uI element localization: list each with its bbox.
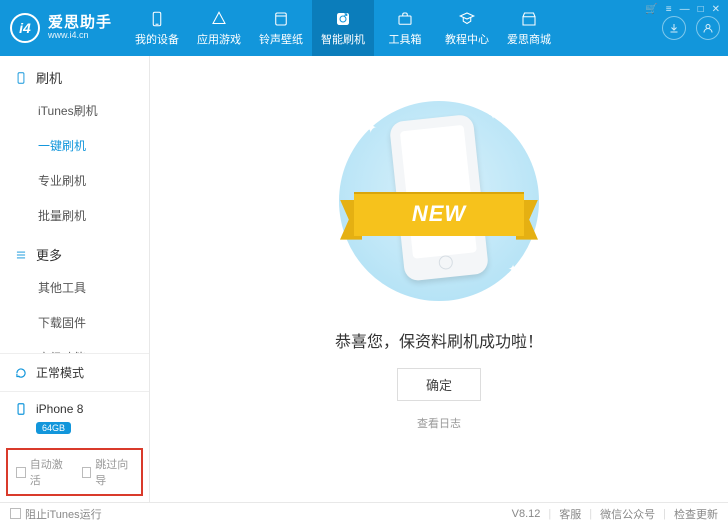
version-label: V8.12 [512,508,541,520]
device-name: iPhone 8 [36,402,83,416]
support-link[interactable]: 客服 [559,506,581,522]
toolbox-icon [396,10,414,28]
flash-icon [334,10,352,28]
checkbox-label: 阻止iTunes运行 [25,506,102,522]
cart-icon[interactable]: 🛒 [645,4,657,15]
brand-logo-icon: i4 [10,13,40,43]
checkbox-label: 自动激活 [30,456,68,488]
wechat-link[interactable]: 微信公众号 [600,506,655,522]
new-ribbon: NEW [354,192,524,236]
sidebar-group-title: 更多 [36,245,62,264]
auto-activate-checkbox[interactable]: 自动激活 [16,456,68,488]
checkbox-icon [16,467,26,478]
ringtone-icon [272,10,290,28]
close-button[interactable]: ✕ [712,4,720,15]
sparkle-icon: ✦ [488,108,498,122]
sparkle-icon: ✦ [508,262,518,276]
apps-icon [210,10,228,28]
nav-store[interactable]: 爱思商城 [498,0,560,56]
device-icon [148,10,166,28]
brand: i4 爱思助手 www.i4.cn [0,0,126,56]
sidebar-item-oneclick-flash[interactable]: 一键刷机 [0,128,149,163]
nav-apps[interactable]: 应用游戏 [188,0,250,56]
nav-label: 工具箱 [389,31,422,47]
tutorial-icon [458,10,476,28]
sidebar-item-batch-flash[interactable]: 批量刷机 [0,198,149,233]
sidebar-item-pro-flash[interactable]: 专业刷机 [0,163,149,198]
user-button[interactable] [696,16,720,40]
success-message: 恭喜您，保资料刷机成功啦！ [335,328,543,352]
sidebar-item-itunes-flash[interactable]: iTunes刷机 [0,93,149,128]
brand-title: 爱思助手 [48,15,112,32]
nav-label: 铃声壁纸 [259,31,303,47]
main-content: ✦ ✦ ✦ NEW 恭喜您，保资料刷机成功啦！ 确定 查看日志 [150,56,728,502]
phone-icon [14,71,28,85]
confirm-button[interactable]: 确定 [397,368,481,401]
window-controls: 🛒 ≡ — □ ✕ [645,4,720,15]
ribbon-text: NEW [354,192,524,236]
sidebar-item-other-tools[interactable]: 其他工具 [0,270,149,305]
block-itunes-checkbox[interactable]: 阻止iTunes运行 [10,506,102,522]
success-illustration: ✦ ✦ ✦ NEW [324,96,554,306]
maximize-button[interactable]: □ [698,4,704,15]
nav-ringtones[interactable]: 铃声壁纸 [250,0,312,56]
status-bar: 阻止iTunes运行 V8.12 | 客服 | 微信公众号 | 检查更新 [0,502,728,524]
sidebar-item-advanced[interactable]: 高级功能 [0,340,149,353]
mode-label: 正常模式 [36,364,84,381]
nav-my-device[interactable]: 我的设备 [126,0,188,56]
sidebar: 刷机 iTunes刷机 一键刷机 专业刷机 批量刷机 更多 其他工具 下载固件 … [0,56,150,502]
checkbox-icon [82,467,92,478]
sidebar-item-download-fw[interactable]: 下载固件 [0,305,149,340]
nav-label: 爱思商城 [507,31,551,47]
device-info[interactable]: iPhone 8 64GB [0,391,149,442]
menu-lines-icon [14,248,28,262]
store-icon [520,10,538,28]
title-bar: 🛒 ≡ — □ ✕ i4 爱思助手 www.i4.cn 我的设备 应用游戏 铃声… [0,0,728,56]
sparkle-icon: ✦ [364,118,377,138]
download-button[interactable] [662,16,686,40]
nav-label: 智能刷机 [321,31,365,47]
checkbox-icon [10,508,21,519]
skip-guide-checkbox[interactable]: 跳过向导 [82,456,134,488]
nav-toolbox[interactable]: 工具箱 [374,0,436,56]
sidebar-group-title: 刷机 [36,68,62,87]
check-update-link[interactable]: 检查更新 [674,506,718,522]
sidebar-group-flash: 刷机 [0,56,149,93]
nav-label: 应用游戏 [197,31,241,47]
device-storage-badge: 64GB [36,422,71,434]
nav-tutorials[interactable]: 教程中心 [436,0,498,56]
view-log-link[interactable]: 查看日志 [417,415,461,431]
nav-label: 教程中心 [445,31,489,47]
checkbox-label: 跳过向导 [95,456,133,488]
sidebar-group-more: 更多 [0,233,149,270]
brand-subtitle: www.i4.cn [48,31,112,41]
phone-small-icon [14,402,28,416]
refresh-icon [14,366,28,380]
device-mode[interactable]: 正常模式 [0,354,149,391]
nav-flash[interactable]: 智能刷机 [312,0,374,56]
top-nav: 我的设备 应用游戏 铃声壁纸 智能刷机 工具箱 教程中心 爱思商城 [126,0,654,56]
menu-icon[interactable]: ≡ [666,4,672,15]
bottom-options-highlight: 自动激活 跳过向导 [6,448,143,496]
nav-label: 我的设备 [135,31,179,47]
minimize-button[interactable]: — [680,4,690,15]
